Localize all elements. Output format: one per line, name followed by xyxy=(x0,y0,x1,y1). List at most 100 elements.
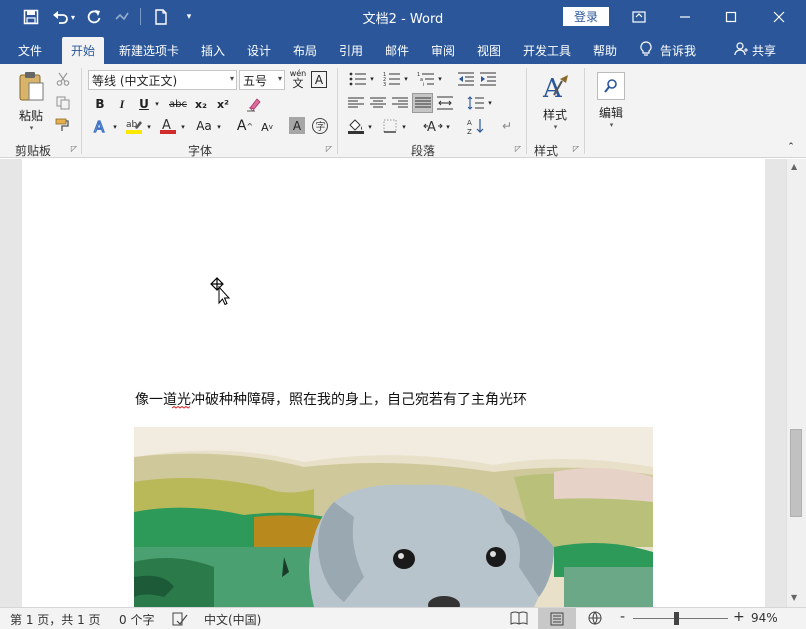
zoom-slider-thumb[interactable] xyxy=(674,612,679,625)
align-right-icon[interactable] xyxy=(390,94,410,112)
language-indicator[interactable]: 中文(中国) xyxy=(204,611,261,628)
tab-references[interactable]: 引用 xyxy=(333,37,369,64)
italic-button[interactable]: I xyxy=(114,96,130,112)
share-button[interactable]: 共享 xyxy=(728,37,782,64)
numbering-icon[interactable]: 123 xyxy=(382,70,402,88)
tab-review[interactable]: 审阅 xyxy=(425,37,461,64)
styles-button[interactable]: A 样式 ▾ xyxy=(534,70,576,134)
change-case-button[interactable]: Aa xyxy=(193,117,215,135)
strikethrough-button[interactable]: abc xyxy=(167,96,189,112)
phonetic-guide-button[interactable]: wén 文 xyxy=(289,68,307,90)
show-hide-marks-icon[interactable]: ↵ xyxy=(498,117,516,135)
paste-button[interactable]: 粘贴 ▾ xyxy=(14,70,48,132)
clipboard-launcher-icon[interactable]: ◸ xyxy=(69,144,79,154)
superscript-button[interactable]: x² xyxy=(214,96,232,112)
print-layout-icon[interactable] xyxy=(538,608,576,629)
highlight-color-icon[interactable]: ab xyxy=(124,116,144,136)
chinese-layout-icon[interactable]: A xyxy=(422,117,444,135)
zoom-in-button[interactable]: + xyxy=(733,609,745,625)
increase-indent-icon[interactable] xyxy=(478,70,498,88)
tab-insert[interactable]: 插入 xyxy=(195,37,231,64)
tab-developer[interactable]: 开发工具 xyxy=(517,37,577,64)
multilevel-dropdown-icon[interactable]: ▾ xyxy=(436,72,444,86)
close-icon[interactable] xyxy=(756,0,802,33)
align-left-icon[interactable] xyxy=(346,94,366,112)
decrease-indent-icon[interactable] xyxy=(456,70,476,88)
styles-launcher-icon[interactable]: ◸ xyxy=(571,144,581,154)
cut-icon[interactable] xyxy=(54,70,72,88)
maximize-icon[interactable] xyxy=(708,0,754,33)
change-case-dropdown-icon[interactable]: ▾ xyxy=(215,120,223,134)
tab-home[interactable]: 开始 xyxy=(62,37,105,64)
shrink-font-button[interactable]: Av xyxy=(258,119,276,135)
borders-dropdown-icon[interactable]: ▾ xyxy=(400,120,408,134)
proofing-icon[interactable] xyxy=(172,612,188,626)
tab-new-tab[interactable]: 新建选项卡 xyxy=(113,37,185,64)
puppy-image[interactable] xyxy=(134,427,653,607)
line-spacing-icon[interactable] xyxy=(466,94,486,112)
new-document-icon[interactable] xyxy=(150,6,172,28)
scroll-down-icon[interactable]: ▼ xyxy=(791,593,797,602)
minimize-icon[interactable] xyxy=(662,0,708,33)
redo-icon[interactable] xyxy=(83,6,105,28)
font-color-icon[interactable]: A xyxy=(158,116,178,136)
format-painter-icon[interactable] xyxy=(54,116,72,134)
underline-dropdown-icon[interactable]: ▾ xyxy=(153,96,161,112)
zoom-level[interactable]: 94% xyxy=(751,611,778,625)
tab-view[interactable]: 视图 xyxy=(471,37,507,64)
zoom-slider-track[interactable] xyxy=(633,618,728,619)
customize-toolbar-icon[interactable]: ▾ xyxy=(178,6,200,28)
page-count[interactable]: 第 1 页，共 1 页 xyxy=(10,611,101,628)
paragraph-launcher-icon[interactable]: ◸ xyxy=(513,144,523,154)
line-spacing-dropdown-icon[interactable]: ▾ xyxy=(486,96,494,110)
clear-formatting-icon[interactable] xyxy=(244,95,262,113)
enclose-characters-icon[interactable]: 字 xyxy=(310,116,329,135)
font-name-combo[interactable]: 等线 (中文正文) ▾ xyxy=(88,70,237,90)
scrollbar-thumb[interactable] xyxy=(790,429,802,517)
distributed-icon[interactable] xyxy=(435,94,455,112)
highlight-dropdown-icon[interactable]: ▾ xyxy=(145,120,153,134)
numbering-dropdown-icon[interactable]: ▾ xyxy=(402,72,410,86)
multilevel-list-icon[interactable]: 1ai xyxy=(416,70,436,88)
read-mode-icon[interactable] xyxy=(510,611,528,625)
tab-design[interactable]: 设计 xyxy=(241,37,277,64)
character-shading-icon[interactable]: A xyxy=(289,117,305,134)
bullets-icon[interactable] xyxy=(348,70,368,88)
tell-me-button[interactable]: 告诉我 xyxy=(634,37,702,64)
save-icon[interactable] xyxy=(20,6,42,28)
tab-mailings[interactable]: 邮件 xyxy=(379,37,415,64)
bullets-dropdown-icon[interactable]: ▾ xyxy=(368,72,376,86)
shading-dropdown-icon[interactable]: ▾ xyxy=(366,120,374,134)
text-effects-icon[interactable]: A xyxy=(92,117,110,135)
document-page[interactable]: 像一道光冲破种种障碍，照在我的身上，自己宛若有了主角光环 xyxy=(22,159,765,607)
zoom-out-button[interactable]: - xyxy=(620,609,625,625)
bold-button[interactable]: B xyxy=(92,96,108,112)
subscript-button[interactable]: x₂ xyxy=(192,96,210,112)
text-effects-dropdown-icon[interactable]: ▾ xyxy=(111,120,119,134)
sort-icon[interactable]: AZ xyxy=(466,116,486,136)
login-button[interactable]: 登录 xyxy=(563,7,609,26)
word-count[interactable]: 0 个字 xyxy=(119,611,154,628)
grow-font-button[interactable]: A ^ xyxy=(236,117,254,135)
chinese-layout-dropdown-icon[interactable]: ▾ xyxy=(444,120,452,134)
scroll-up-icon[interactable]: ▲ xyxy=(791,162,797,171)
font-color-dropdown-icon[interactable]: ▾ xyxy=(179,120,187,134)
collapse-ribbon-icon[interactable]: ⌃ xyxy=(784,140,798,154)
borders-icon[interactable] xyxy=(380,117,400,135)
document-area[interactable]: 像一道光冲破种种障碍，照在我的身上，自己宛若有了主角光环 xyxy=(0,159,806,607)
justify-icon[interactable] xyxy=(412,93,433,113)
document-text[interactable]: 像一道光冲破种种障碍，照在我的身上，自己宛若有了主角光环 xyxy=(135,389,527,409)
character-border-icon[interactable]: A xyxy=(311,71,327,88)
tab-help[interactable]: 帮助 xyxy=(587,37,623,64)
web-layout-icon[interactable] xyxy=(587,611,603,625)
tab-file[interactable]: 文件 xyxy=(12,37,48,64)
undo-dropdown-icon[interactable]: ▾ xyxy=(68,6,78,28)
copy-icon[interactable] xyxy=(54,94,72,112)
shading-icon[interactable] xyxy=(346,117,366,135)
vertical-scrollbar[interactable]: ▲ ▼ xyxy=(786,159,806,607)
font-launcher-icon[interactable]: ◸ xyxy=(324,144,334,154)
repeat-icon[interactable] xyxy=(111,6,133,28)
align-center-icon[interactable] xyxy=(368,94,388,112)
underline-button[interactable]: U xyxy=(136,96,152,112)
ribbon-display-options-icon[interactable] xyxy=(616,0,662,33)
